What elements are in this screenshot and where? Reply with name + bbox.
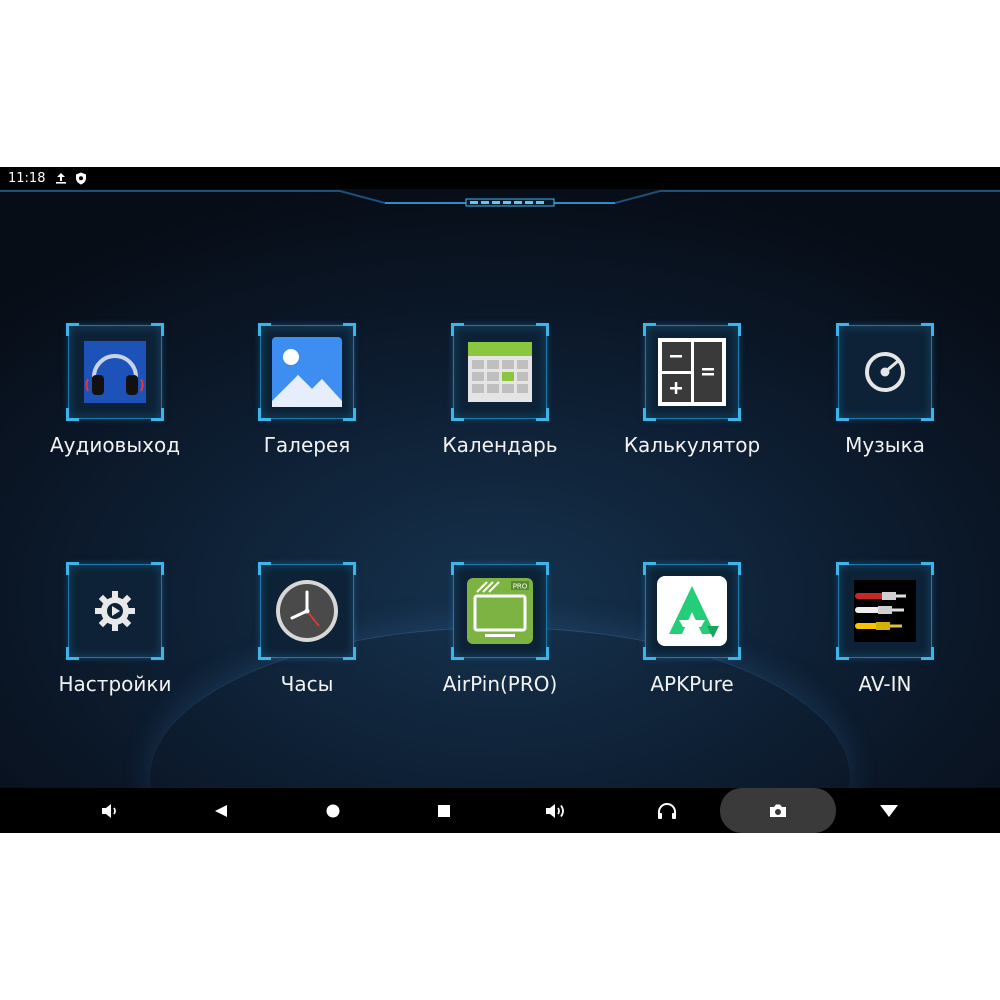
home-screen: 11:18 Аудиовыход Галерея Календарь Кальк… xyxy=(0,167,1000,833)
status-bar: 11:18 xyxy=(0,167,1000,189)
music-icon xyxy=(849,336,921,408)
navigation-bar xyxy=(0,788,1000,833)
airpin-icon: PRO xyxy=(464,575,536,647)
av-cables-icon xyxy=(849,575,921,647)
app-label: Настройки xyxy=(58,672,172,696)
volume-up-icon xyxy=(546,803,564,818)
app-label: Календарь xyxy=(442,433,558,457)
app-tile[interactable] xyxy=(66,323,164,421)
app-av-in[interactable]: AV-IN xyxy=(795,562,975,696)
app-tile[interactable] xyxy=(836,323,934,421)
app-tile[interactable] xyxy=(643,562,741,660)
app-tile[interactable] xyxy=(836,562,934,660)
back-icon xyxy=(215,804,227,817)
headphones-icon xyxy=(658,802,676,819)
calendar-icon xyxy=(464,336,536,408)
app-apkpure[interactable]: APKPure xyxy=(602,562,782,696)
app-label: Часы xyxy=(280,672,334,696)
upload-icon xyxy=(55,172,67,184)
home-icon xyxy=(326,804,340,817)
app-tile[interactable] xyxy=(643,323,741,421)
app-music[interactable]: Музыка xyxy=(795,323,975,457)
camera-icon xyxy=(770,804,786,817)
app-tile[interactable] xyxy=(66,562,164,660)
app-tile[interactable] xyxy=(258,323,356,421)
app-tile[interactable] xyxy=(451,323,549,421)
status-time: 11:18 xyxy=(8,170,46,186)
app-label: Аудиовыход xyxy=(49,433,181,457)
settings-icon xyxy=(79,575,151,647)
app-gallery[interactable]: Галерея xyxy=(217,323,397,457)
app-label: Калькулятор xyxy=(623,433,761,457)
app-label: AirPin(PRO) xyxy=(442,672,558,696)
app-clock[interactable]: Часы xyxy=(217,562,397,696)
volume-down-button[interactable] xyxy=(80,788,140,833)
app-settings[interactable]: Настройки xyxy=(25,562,205,696)
calculator-icon xyxy=(656,336,728,408)
volume-down-icon xyxy=(102,803,116,818)
app-calendar[interactable]: Календарь xyxy=(410,323,590,457)
shield-icon xyxy=(75,172,87,185)
gallery-icon xyxy=(271,336,343,408)
apkpure-icon xyxy=(656,575,728,647)
back-button[interactable] xyxy=(191,788,251,833)
top-decoration xyxy=(0,190,1000,207)
dropdown-icon xyxy=(880,804,898,817)
app-tile[interactable] xyxy=(258,562,356,660)
app-label: Галерея xyxy=(263,433,351,457)
recents-icon xyxy=(438,804,450,817)
headphones-button[interactable] xyxy=(637,788,697,833)
recents-button[interactable] xyxy=(414,788,474,833)
clock-icon xyxy=(271,575,343,647)
app-airpin-pro[interactable]: PRO AirPin(PRO) xyxy=(410,562,590,696)
app-label: APKPure xyxy=(650,672,734,696)
app-label: AV-IN xyxy=(858,672,912,696)
app-calculator[interactable]: Калькулятор xyxy=(602,323,782,457)
dropdown-button[interactable] xyxy=(859,788,919,833)
app-label: Музыка xyxy=(845,433,925,457)
app-tile[interactable]: PRO xyxy=(451,562,549,660)
app-audio-output[interactable]: Аудиовыход xyxy=(25,323,205,457)
svg-text:PRO: PRO xyxy=(513,583,528,591)
volume-up-button[interactable] xyxy=(525,788,585,833)
home-button[interactable] xyxy=(303,788,363,833)
screenshot-button[interactable] xyxy=(720,788,836,833)
headphones-icon xyxy=(79,336,151,408)
